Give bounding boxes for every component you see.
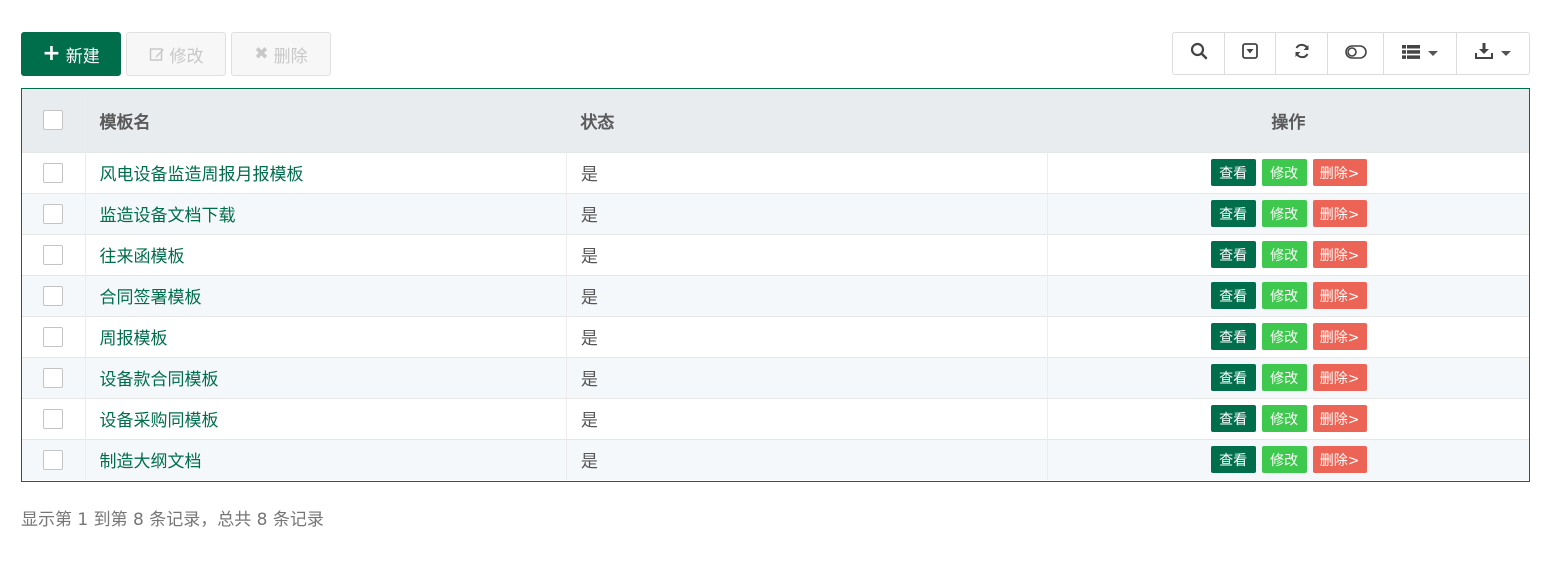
chevron-down-icon <box>1501 51 1511 56</box>
row-actions: 查看 修改 删除> <box>1048 282 1529 309</box>
view-button[interactable]: 查看 <box>1210 405 1256 432</box>
select-all-checkbox[interactable] <box>43 110 63 131</box>
plus-icon: + <box>42 41 61 66</box>
delete-button[interactable]: ✖ 删除 <box>231 32 331 76</box>
view-button[interactable]: 查看 <box>1210 323 1256 350</box>
row-edit-button[interactable]: 修改 <box>1261 405 1307 432</box>
row-actions: 查看 修改 删除> <box>1048 446 1529 474</box>
chevron-down-icon <box>1428 51 1438 56</box>
template-name-cell[interactable]: 往来函模板 <box>85 234 567 275</box>
export-button[interactable] <box>1457 33 1529 74</box>
toggle-switch-button[interactable] <box>1328 33 1384 74</box>
toggle-view-button[interactable] <box>1225 33 1276 74</box>
status-cell: 是 <box>566 152 1049 193</box>
toolbar-left: + 新建 修改 ✖ 删除 <box>21 32 336 76</box>
row-actions: 查看 修改 删除> <box>1048 405 1529 432</box>
caret-square-down-icon <box>1242 43 1258 64</box>
row-edit-button[interactable]: 修改 <box>1261 323 1307 350</box>
row-edit-button[interactable]: 修改 <box>1261 159 1307 186</box>
columns-button[interactable] <box>1384 33 1457 74</box>
row-actions: 查看 修改 删除> <box>1048 159 1529 186</box>
row-actions: 查看 修改 删除> <box>1048 200 1529 227</box>
row-checkbox[interactable] <box>43 162 63 183</box>
view-button[interactable]: 查看 <box>1210 159 1256 186</box>
row-checkbox[interactable] <box>43 285 63 306</box>
view-button[interactable]: 查看 <box>1210 446 1256 474</box>
download-icon <box>1475 43 1493 64</box>
template-name-cell[interactable]: 监造设备文档下载 <box>85 193 567 234</box>
table-row[interactable]: 风电设备监造周报月报模板是查看 修改 删除> <box>22 152 1529 193</box>
column-header-name[interactable]: 模板名 <box>85 89 566 152</box>
template-name-cell[interactable]: 设备款合同模板 <box>85 357 567 398</box>
close-icon: ✖ <box>254 44 269 64</box>
row-delete-button[interactable]: 删除> <box>1312 446 1367 474</box>
row-delete-button[interactable]: 删除> <box>1312 282 1367 309</box>
table-row[interactable]: 监造设备文档下载是查看 修改 删除> <box>22 193 1529 234</box>
table-row[interactable]: 制造大纲文档是查看 修改 删除> <box>22 439 1529 480</box>
table-row[interactable]: 周报模板是查看 修改 删除> <box>22 316 1529 357</box>
table-row[interactable]: 设备款合同模板是查看 修改 删除> <box>22 357 1529 398</box>
row-checkbox[interactable] <box>43 244 63 265</box>
row-checkbox[interactable] <box>43 326 63 347</box>
list-icon <box>1402 44 1420 64</box>
new-button[interactable]: + 新建 <box>21 32 121 76</box>
status-cell: 是 <box>566 316 1049 357</box>
row-checkbox[interactable] <box>43 203 63 224</box>
row-checkbox[interactable] <box>43 408 63 429</box>
delete-button-label: 删除 <box>273 46 308 67</box>
row-edit-button[interactable]: 修改 <box>1261 446 1307 474</box>
edit-button-label: 修改 <box>169 46 204 67</box>
row-delete-button[interactable]: 删除> <box>1312 405 1367 432</box>
table-body: 风电设备监造周报月报模板是查看 修改 删除> 监造设备文档下载是查看 修改 删除> 往来函模… <box>22 152 1529 480</box>
row-delete-button[interactable]: 删除> <box>1312 200 1367 227</box>
status-cell: 是 <box>566 193 1049 234</box>
row-delete-button[interactable]: 删除> <box>1312 159 1367 186</box>
row-edit-button[interactable]: 修改 <box>1261 200 1307 227</box>
status-cell: 是 <box>566 357 1049 398</box>
search-icon <box>1190 42 1208 65</box>
table-row[interactable]: 往来函模板是查看 修改 删除> <box>22 234 1529 275</box>
table-tools <box>1172 32 1530 75</box>
template-name-cell[interactable]: 周报模板 <box>85 316 567 357</box>
table-header-row: 模板名 状态 操作 <box>22 89 1529 152</box>
row-edit-button[interactable]: 修改 <box>1261 364 1307 391</box>
template-name-cell[interactable]: 风电设备监造周报月报模板 <box>85 152 567 193</box>
pagination-summary: 显示第 1 到第 8 条记录，总共 8 条记录 <box>21 510 324 530</box>
toggle-icon <box>1344 44 1367 64</box>
row-actions: 查看 修改 删除> <box>1048 364 1529 391</box>
column-header-status[interactable]: 状态 <box>566 89 1047 152</box>
row-actions: 查看 修改 删除> <box>1048 323 1529 350</box>
view-button[interactable]: 查看 <box>1210 282 1256 309</box>
row-delete-button[interactable]: 删除> <box>1312 323 1367 350</box>
template-name-cell[interactable]: 合同签署模板 <box>85 275 567 316</box>
row-edit-button[interactable]: 修改 <box>1261 241 1307 268</box>
table-row[interactable]: 合同签署模板是查看 修改 删除> <box>22 275 1529 316</box>
row-actions: 查看 修改 删除> <box>1048 241 1529 268</box>
row-delete-button[interactable]: 删除> <box>1312 364 1367 391</box>
table-row[interactable]: 设备采购同模板是查看 修改 删除> <box>22 398 1529 439</box>
edit-icon <box>149 46 165 62</box>
row-checkbox[interactable] <box>43 449 63 470</box>
status-cell: 是 <box>566 398 1049 439</box>
refresh-button[interactable] <box>1276 33 1328 74</box>
new-button-label: 新建 <box>65 46 100 67</box>
search-toggle-button[interactable] <box>1173 33 1225 74</box>
view-button[interactable]: 查看 <box>1210 241 1256 268</box>
edit-button[interactable]: 修改 <box>126 32 226 76</box>
view-button[interactable]: 查看 <box>1210 364 1256 391</box>
template-table: 模板名 状态 操作 风电设备监造周报月报模板是查看 修改 删除> 监造设备文档下载是查… <box>21 88 1530 482</box>
view-button[interactable]: 查看 <box>1210 200 1256 227</box>
template-name-cell[interactable]: 制造大纲文档 <box>85 439 567 480</box>
refresh-icon <box>1293 42 1311 65</box>
status-cell: 是 <box>566 234 1049 275</box>
column-header-ops: 操作 <box>1271 112 1306 133</box>
row-edit-button[interactable]: 修改 <box>1261 282 1307 309</box>
template-name-cell[interactable]: 设备采购同模板 <box>85 398 567 439</box>
status-cell: 是 <box>566 275 1049 316</box>
status-cell: 是 <box>566 439 1049 480</box>
row-delete-button[interactable]: 删除> <box>1312 241 1367 268</box>
row-checkbox[interactable] <box>43 367 63 388</box>
